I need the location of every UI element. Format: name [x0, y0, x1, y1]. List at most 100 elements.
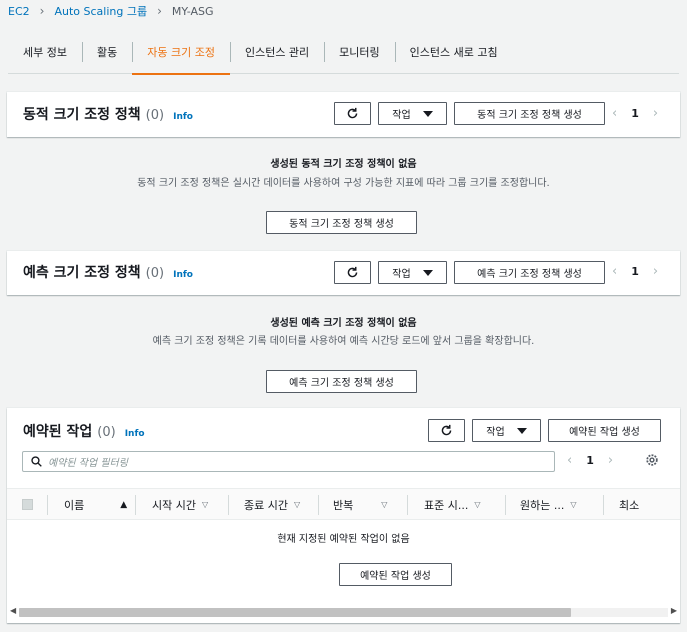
tab-bar: 세부 정보 활동 자동 크기 조정 인스턴스 관리 모니터링 인스턴스 새로 고… [8, 38, 679, 75]
column-header-desired[interactable]: 원하는 ... ▽ [520, 489, 577, 520]
scheduled-empty-title: 현재 지정된 예약된 작업이 없음 [277, 534, 410, 545]
scheduled-create-button[interactable]: 예약된 작업 생성 [548, 419, 661, 442]
caret-down-icon [422, 110, 433, 117]
chevron-right-icon: › [157, 4, 162, 18]
predictive-policies-title-row: 예측 크기 조정 정책 (0) Info [23, 262, 193, 282]
caret-down-icon [516, 427, 527, 434]
horizontal-scrollbar[interactable]: ◀ ▶ [7, 605, 680, 619]
dynamic-empty-title: 생성된 동적 크기 조정 정책이 없음 [270, 159, 417, 170]
tab-monitoring[interactable]: 모니터링 [324, 38, 394, 74]
dynamic-empty-create-button[interactable]: 동적 크기 조정 정책 생성 [266, 211, 417, 234]
column-header-min[interactable]: 최소 [619, 489, 639, 520]
tab-automatic-scaling[interactable]: 자동 크기 조정 [132, 38, 230, 75]
column-divider [228, 495, 229, 515]
scrollbar-thumb[interactable] [19, 608, 571, 617]
sort-down-icon: ▽ [381, 500, 388, 509]
scheduled-actions-title-row: 예약된 작업 (0) Info [23, 421, 145, 441]
column-name-label: 이름 [64, 498, 85, 512]
scheduled-info-link[interactable]: Info [125, 429, 145, 439]
predictive-policies-header: 예측 크기 조정 정책 (0) Info 작업 예측 크기 조정 정책 생성 ‹… [7, 251, 680, 295]
scheduled-actions-count: (0) [97, 425, 116, 440]
scheduled-filter-input[interactable]: 예약된 작업 필터링 [22, 451, 555, 472]
dynamic-page-number[interactable]: 1 [631, 107, 639, 120]
scheduled-refresh-button[interactable] [428, 419, 465, 442]
scheduled-pagination: ‹ 1 › [567, 453, 613, 468]
dynamic-policies-count: (0) [145, 108, 165, 123]
dynamic-empty-description: 동적 크기 조정 정책은 실시간 데이터를 사용하여 구성 가능한 지표에 따라… [137, 178, 550, 189]
column-header-end-time[interactable]: 종료 시간 ▽ [244, 489, 300, 520]
sort-down-icon: ▽ [474, 500, 481, 509]
column-recurrence-label: 반복 [333, 498, 354, 512]
select-all-checkbox[interactable] [22, 489, 33, 520]
predictive-empty-create-button[interactable]: 예측 크기 조정 정책 생성 [266, 370, 417, 393]
tab-instance-management[interactable]: 인스턴스 관리 [229, 38, 324, 74]
scheduled-actions-label: 작업 [486, 427, 505, 438]
chevron-left-icon[interactable]: ‹ [567, 453, 572, 468]
column-divider [318, 495, 319, 515]
refresh-icon [347, 107, 358, 119]
column-min-label: 최소 [619, 498, 640, 512]
settings-gear-icon[interactable] [645, 453, 659, 470]
chevron-right-icon[interactable]: › [608, 453, 613, 468]
column-start-time-label: 시작 시간 [152, 498, 196, 512]
sort-down-icon: ▽ [570, 500, 577, 509]
predictive-info-link[interactable]: Info [173, 270, 193, 280]
sort-ascending-icon: ▲ [120, 499, 128, 510]
column-divider [603, 495, 604, 515]
predictive-policies-count: (0) [145, 266, 165, 281]
predictive-empty-description: 예측 크기 조정 정책은 기록 데이터를 사용하여 예측 시간당 로드에 앞서 … [152, 336, 535, 347]
column-header-recurrence[interactable]: 반복 ▽ [333, 489, 387, 520]
column-divider [407, 495, 408, 515]
chevron-right-icon[interactable]: › [653, 264, 658, 279]
chevron-right-icon: › [39, 4, 45, 18]
predictive-pagination: ‹ 1 › [612, 264, 658, 279]
column-divider [47, 495, 48, 515]
dynamic-refresh-button[interactable] [334, 102, 371, 125]
dynamic-policies-title: 동적 크기 조정 정책 [23, 107, 141, 123]
chevron-right-icon[interactable]: › [653, 106, 658, 121]
column-end-time-label: 종료 시간 [244, 498, 288, 512]
scheduled-filter-placeholder: 예약된 작업 필터링 [48, 458, 128, 469]
refresh-icon [347, 266, 358, 278]
column-divider [135, 495, 136, 515]
tab-details[interactable]: 세부 정보 [8, 38, 82, 74]
predictive-actions-button[interactable]: 작업 [378, 261, 447, 284]
column-time-zone-label: 표준 시... [424, 498, 469, 512]
refresh-icon [441, 424, 452, 436]
scheduled-table-header: 이름 ▲ 시작 시간 ▽ 종료 시간 ▽ 반복 ▽ 표준 시... ▽ 원하는 ... ▽ … [7, 488, 680, 520]
scheduled-empty-create-button[interactable]: 예약된 작업 생성 [339, 563, 452, 586]
column-header-time-zone[interactable]: 표준 시... ▽ [424, 489, 481, 520]
predictive-actions-label: 작업 [392, 269, 411, 280]
search-icon [31, 456, 42, 467]
breadcrumb-ec2-link[interactable]: EC2 [8, 5, 30, 18]
scroll-left-icon[interactable]: ◀ [10, 606, 16, 615]
dynamic-actions-label: 작업 [392, 110, 411, 121]
tab-instance-refresh[interactable]: 인스턴스 새로 고침 [394, 38, 513, 74]
predictive-page-number[interactable]: 1 [631, 265, 639, 278]
scheduled-page-number[interactable]: 1 [586, 454, 594, 467]
tab-activity[interactable]: 활동 [81, 38, 132, 74]
scheduled-actions-title: 예약된 작업 [23, 424, 93, 440]
predictive-create-button[interactable]: 예측 크기 조정 정책 생성 [454, 261, 605, 284]
scheduled-actions-card: 예약된 작업 (0) Info 작업 예약된 작업 생성 예약된 작업 필터링 … [7, 408, 680, 623]
dynamic-info-link[interactable]: Info [173, 112, 193, 122]
predictive-refresh-button[interactable] [334, 261, 371, 284]
predictive-policies-title: 예측 크기 조정 정책 [23, 265, 141, 281]
dynamic-policies-header: 동적 크기 조정 정책 (0) Info 작업 동적 크기 조정 정책 생성 ‹… [7, 92, 680, 137]
column-header-name[interactable]: 이름 ▲ [64, 489, 127, 520]
scheduled-actions-button[interactable]: 작업 [472, 419, 541, 442]
dynamic-actions-button[interactable]: 작업 [378, 102, 447, 125]
sort-down-icon: ▽ [293, 500, 301, 509]
breadcrumb-asg-link[interactable]: Auto Scaling 그룹 [54, 3, 147, 19]
dynamic-create-button[interactable]: 동적 크기 조정 정책 생성 [454, 102, 605, 125]
dynamic-pagination: ‹ 1 › [612, 106, 658, 121]
column-divider [505, 495, 506, 515]
sort-down-icon: ▽ [201, 500, 209, 509]
chevron-left-icon[interactable]: ‹ [612, 264, 617, 279]
column-header-start-time[interactable]: 시작 시간 ▽ [152, 489, 208, 520]
caret-down-icon [422, 269, 433, 276]
chevron-left-icon[interactable]: ‹ [612, 106, 617, 121]
breadcrumb: EC2 › Auto Scaling 그룹 › MY-ASG [8, 3, 214, 19]
column-desired-label: 원하는 ... [520, 498, 565, 512]
scroll-right-icon[interactable]: ▶ [671, 606, 677, 615]
